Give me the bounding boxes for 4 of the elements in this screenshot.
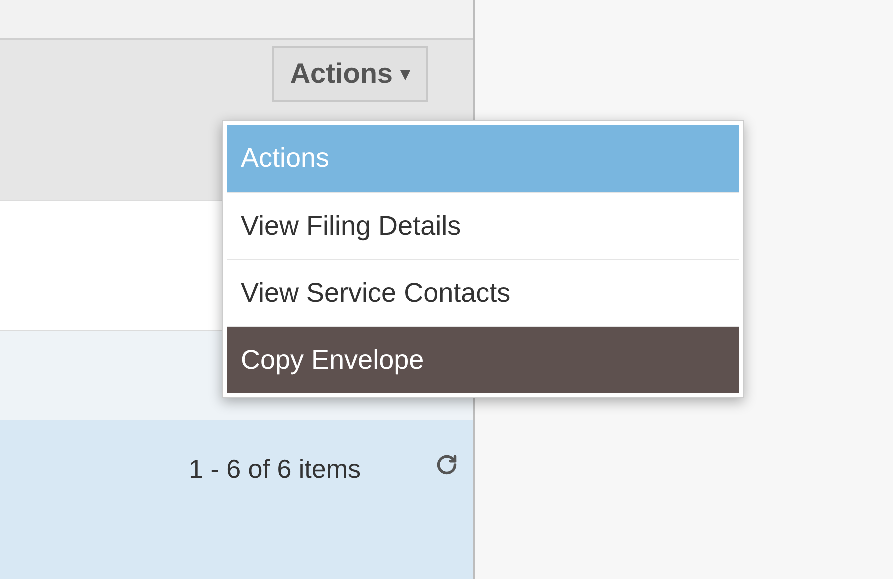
pager-summary: 1 - 6 of 6 items bbox=[189, 453, 361, 486]
menu-item[interactable]: Copy Envelope bbox=[227, 326, 739, 393]
refresh-icon[interactable] bbox=[436, 454, 458, 476]
actions-button[interactable]: Actions ▾ bbox=[272, 46, 428, 102]
